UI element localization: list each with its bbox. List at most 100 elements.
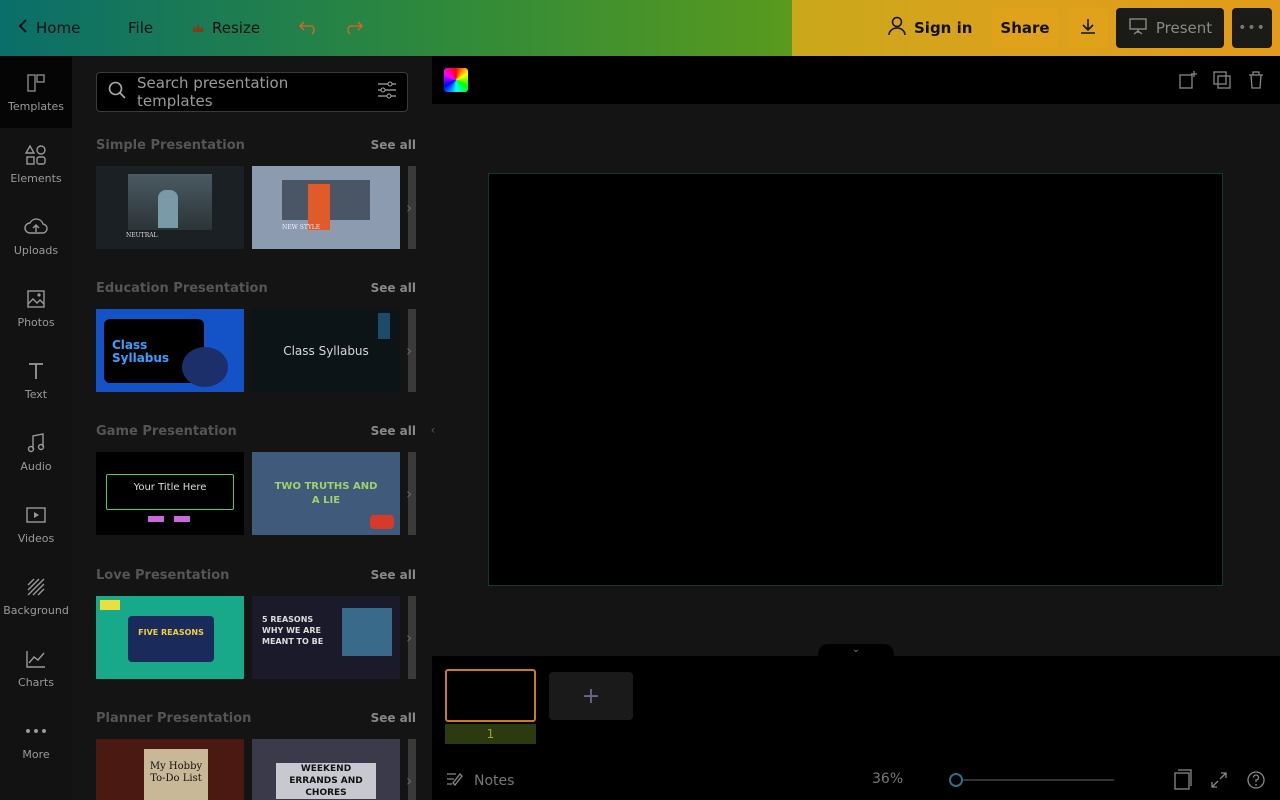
see-all-link[interactable]: See all — [371, 138, 416, 152]
section-title: Love Presentation — [96, 567, 230, 583]
rail-label: Uploads — [13, 243, 59, 257]
rail-label: Videos — [17, 531, 55, 545]
template-thumbnail[interactable]: WEEKEND ERRANDS AND CHORES — [252, 739, 400, 800]
collapse-panel-handle[interactable]: ‹ — [424, 390, 442, 470]
hide-pages-button[interactable]: ⌄ — [818, 644, 894, 658]
template-thumbnail[interactable]: TWO TRUTHS AND A LIE — [252, 452, 400, 535]
template-section-education: Education Presentation See all Class Syl… — [96, 279, 416, 392]
template-section-simple: Simple Presentation See all NEUTRAL NEW … — [96, 136, 416, 249]
chevron-right-icon[interactable]: › — [406, 198, 412, 217]
rail-label: Audio — [20, 459, 52, 473]
page-number: 1 — [445, 724, 536, 744]
chevron-right-icon[interactable]: › — [406, 628, 412, 647]
image-icon — [24, 288, 48, 310]
chevron-left-icon — [18, 18, 28, 38]
template-section-planner: Planner Presentation See all My Hobby To… — [96, 709, 416, 800]
help-icon[interactable] — [1246, 770, 1266, 794]
rail-item-photos[interactable]: Photos — [0, 272, 72, 344]
presentation-icon — [1128, 17, 1148, 39]
sign-in-button[interactable]: Sign in — [888, 14, 972, 42]
section-title: Simple Presentation — [96, 137, 245, 153]
see-all-link[interactable]: See all — [371, 281, 416, 295]
rail-item-more[interactable]: More — [0, 704, 72, 776]
rail-item-templates[interactable]: Templates — [0, 56, 72, 128]
thumbnail-text: Your Title Here — [133, 482, 207, 493]
resize-button[interactable]: Resize — [192, 14, 260, 42]
share-label: Share — [1000, 19, 1050, 37]
template-thumbnail[interactable]: Your Title Here — [96, 452, 244, 535]
page-thumbnail[interactable] — [445, 669, 536, 722]
templates-icon — [24, 72, 48, 94]
add-page-icon[interactable] — [1178, 70, 1198, 94]
search-icon — [107, 80, 127, 104]
template-thumbnail[interactable]: FIVE REASONS — [96, 596, 244, 679]
video-icon — [24, 504, 48, 526]
slide-canvas[interactable] — [488, 173, 1223, 586]
search-input[interactable]: Search presentation templates — [137, 74, 367, 110]
undo-button[interactable] — [298, 14, 320, 42]
elements-icon — [24, 144, 48, 166]
notes-button[interactable]: Notes — [446, 771, 514, 791]
plus-icon: + — [581, 683, 601, 709]
template-thumbnail[interactable]: 5 REASONS WHY WE ARE MEANT TO BE — [252, 596, 400, 679]
rail-label: Background — [3, 603, 69, 617]
chevron-right-icon[interactable]: › — [406, 341, 412, 360]
resize-label: Resize — [212, 19, 261, 37]
chevron-down-icon: ⌄ — [851, 644, 861, 655]
rail-item-charts[interactable]: Charts — [0, 632, 72, 704]
fullscreen-icon[interactable] — [1210, 771, 1228, 793]
template-thumbnail-partial[interactable] — [408, 739, 416, 800]
rail-item-audio[interactable]: Audio — [0, 416, 72, 488]
filter-sliders-icon[interactable] — [377, 81, 397, 103]
home-button[interactable]: Home — [18, 14, 80, 42]
text-t-icon — [24, 360, 48, 382]
template-search-bar[interactable]: Search presentation templates — [96, 72, 408, 112]
template-section-game: Game Presentation See all Your Title Her… — [96, 422, 416, 535]
rail-item-videos[interactable]: Videos — [0, 488, 72, 560]
share-button[interactable]: Share — [992, 8, 1058, 48]
line-chart-icon — [24, 648, 48, 670]
undo-icon — [298, 16, 320, 40]
thumbnail-text: NEUTRAL — [126, 232, 158, 239]
download-icon — [1079, 17, 1097, 39]
cloud-upload-icon — [24, 216, 48, 238]
rail-item-elements[interactable]: Elements — [0, 128, 72, 200]
editor-toolbar — [432, 56, 1280, 104]
chevron-right-icon[interactable]: › — [406, 771, 412, 790]
thumbnail-text: FIVE REASONS — [138, 628, 204, 637]
see-all-link[interactable]: See all — [371, 568, 416, 582]
music-note-icon — [24, 432, 48, 454]
template-thumbnail[interactable]: Class Syllabus — [96, 309, 244, 392]
add-page-button[interactable]: + — [549, 672, 633, 720]
download-button[interactable] — [1068, 8, 1108, 48]
more-options-button[interactable]: ••• — [1232, 8, 1272, 48]
thumbnail-text: Class Syllabus — [112, 338, 170, 365]
page-count-icon[interactable] — [1172, 769, 1192, 795]
rail-label: Elements — [10, 171, 62, 185]
file-label: File — [128, 19, 154, 37]
color-picker-swatch[interactable] — [444, 68, 468, 92]
redo-button[interactable] — [342, 14, 364, 42]
rail-item-text[interactable]: Text — [0, 344, 72, 416]
section-title: Game Presentation — [96, 423, 237, 439]
present-button[interactable]: Present — [1116, 8, 1224, 48]
zoom-slider-handle[interactable] — [949, 773, 963, 787]
thumbnail-text: NEW STYLE — [282, 224, 321, 231]
rail-label: More — [22, 747, 50, 761]
zoom-slider[interactable] — [952, 779, 1114, 781]
trash-icon[interactable] — [1246, 70, 1266, 94]
zoom-percentage[interactable]: 36% — [872, 771, 903, 787]
section-title: Planner Presentation — [96, 710, 252, 726]
chevron-right-icon[interactable]: › — [406, 484, 412, 503]
template-thumbnail[interactable]: NEUTRAL — [96, 166, 244, 249]
rail-item-uploads[interactable]: Uploads — [0, 200, 72, 272]
see-all-link[interactable]: See all — [371, 424, 416, 438]
template-thumbnail[interactable]: NEW STYLE — [252, 166, 400, 249]
file-menu-button[interactable]: File — [128, 14, 153, 42]
footer-bar: Notes 36% — [432, 760, 1280, 800]
see-all-link[interactable]: See all — [371, 711, 416, 725]
template-thumbnail[interactable]: My Hobby To-Do List — [96, 739, 244, 800]
rail-item-background[interactable]: Background — [0, 560, 72, 632]
template-thumbnail[interactable]: Class Syllabus — [252, 309, 400, 392]
duplicate-page-icon[interactable] — [1212, 70, 1232, 94]
